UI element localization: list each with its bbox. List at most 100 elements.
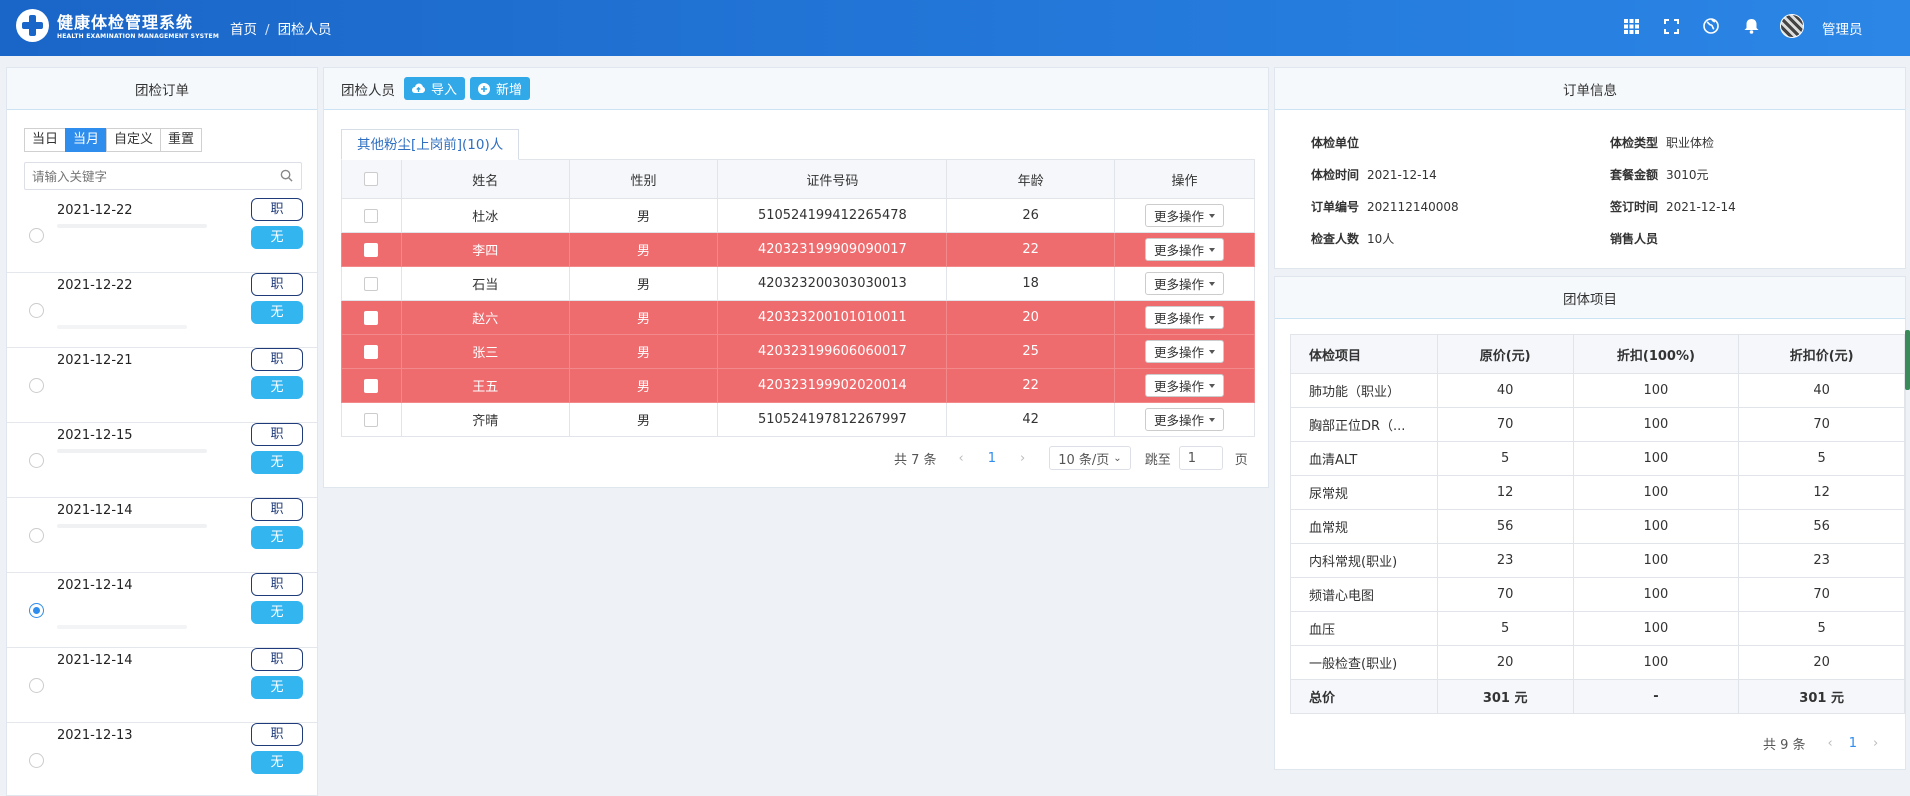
grid-icon[interactable]	[1621, 16, 1641, 36]
caret-down-icon	[1209, 417, 1216, 422]
tab-reset[interactable]: 重置	[160, 128, 203, 152]
cell-price: 5	[1436, 611, 1574, 646]
more-actions-label: 更多操作	[1154, 209, 1205, 224]
order-date: 2021-12-13	[57, 728, 133, 743]
add-button[interactable]: 新增	[470, 77, 531, 100]
order-item[interactable]: 2021-12-14 职无	[7, 498, 317, 573]
cell-gender: 男	[568, 232, 719, 267]
order-item[interactable]: 2021-12-13 职无	[7, 723, 317, 795]
cell-actions: 更多操作	[1114, 232, 1255, 267]
tag-occupational: 职	[251, 498, 303, 521]
order-item[interactable]: 2021-12-22 职无	[7, 198, 317, 273]
page-number[interactable]: 1	[1849, 736, 1857, 751]
table-row[interactable]: 王五男 420323199902020014 22 更多操作	[341, 368, 1255, 403]
cell-final-price: 20	[1738, 645, 1905, 680]
table-row[interactable]: 李四男 420323199909090017 22 更多操作	[341, 232, 1255, 267]
bell-icon[interactable]	[1741, 16, 1761, 36]
cell-id-number: 420323200303030013	[717, 266, 948, 301]
table-row[interactable]: 齐晴男 510524197812267997 42 更多操作	[341, 402, 1255, 437]
search-input[interactable]	[25, 163, 265, 189]
table-row: 尿常规 12 100 12	[1290, 475, 1905, 510]
order-item[interactable]: 2021-12-15 职无	[7, 423, 317, 498]
cell-item: 肺功能（职业）	[1290, 373, 1438, 408]
info-order-no: 订单编号 202112140008	[1311, 198, 1459, 215]
app-subtitle: HEALTH EXAMINATION MANAGEMENT SYSTEM	[57, 33, 220, 40]
more-actions-button[interactable]: 更多操作	[1145, 238, 1225, 261]
tab-group-dust[interactable]: 其他粉尘[上岗前](10)人	[341, 129, 520, 160]
order-radio[interactable]	[29, 753, 44, 768]
order-item[interactable]: 2021-12-21 职无	[7, 348, 317, 423]
row-checkbox[interactable]	[364, 378, 379, 393]
cell-item: 内科常规(职业)	[1290, 543, 1438, 578]
admin-user[interactable]: 管理员	[1822, 18, 1863, 38]
table-row[interactable]: 石当男 420323200303030013 18 更多操作	[341, 266, 1255, 301]
members-panel-title: 团检人员	[341, 82, 395, 99]
breadcrumb-home[interactable]: 首页	[230, 22, 257, 38]
scrollbar-thumb[interactable]	[1905, 330, 1910, 390]
order-radio[interactable]	[29, 378, 44, 393]
app-title: 健康体检管理系统	[57, 13, 194, 32]
cell-price: 23	[1436, 543, 1574, 578]
add-button-label: 新增	[496, 83, 523, 98]
info-label: 订单编号	[1311, 200, 1360, 214]
column-header[interactable]: 年龄	[946, 159, 1116, 199]
goto-page-input[interactable]: 1	[1178, 446, 1223, 470]
tag-occupational: 职	[251, 423, 303, 446]
more-actions-button[interactable]: 更多操作	[1145, 374, 1225, 397]
members-panel-header: 团检人员 导入 新增	[324, 68, 1268, 110]
row-checkbox[interactable]	[364, 310, 379, 325]
cell-final-price: 23	[1738, 543, 1905, 578]
column-header[interactable]: 性别	[568, 159, 719, 199]
tag-none: 无	[251, 526, 303, 549]
fullscreen-icon[interactable]	[1661, 16, 1681, 36]
order-radio[interactable]	[29, 228, 44, 243]
tab-this-month[interactable]: 当月	[65, 128, 108, 152]
more-actions-button[interactable]: 更多操作	[1145, 272, 1225, 295]
group-items-table: 体检项目 原价(元) 折扣(100%) 折扣价(元) 肺功能（职业） 40 100 4…	[1290, 334, 1905, 714]
order-item[interactable]: 2021-12-14 职无	[7, 648, 317, 723]
cell-price: 20	[1436, 645, 1574, 680]
order-radio[interactable]	[29, 528, 44, 543]
cell-discount: 100	[1572, 475, 1740, 510]
table-row[interactable]: 赵六男 420323200101010011 20 更多操作	[341, 300, 1255, 335]
more-actions-button[interactable]: 更多操作	[1145, 306, 1225, 329]
row-checkbox[interactable]	[364, 242, 379, 257]
cell-id-number: 420323200101010011	[717, 300, 948, 335]
members-table: 姓名 性别 证件号码 年龄 操作 杜冰男 510524199412265478 26…	[341, 159, 1255, 437]
tab-custom[interactable]: 自定义	[106, 128, 162, 152]
row-checkbox[interactable]	[364, 412, 379, 427]
select-all-checkbox[interactable]	[364, 172, 379, 186]
row-checkbox[interactable]	[364, 208, 379, 223]
page-number[interactable]: 1	[988, 451, 996, 466]
order-radio-selected[interactable]	[29, 603, 44, 618]
cell-gender: 男	[568, 266, 719, 301]
breadcrumb-current: 团检人员	[277, 22, 332, 38]
table-row[interactable]: 张三男 420323199606060017 25 更多操作	[341, 334, 1255, 369]
next-page-button[interactable]: ›	[1020, 451, 1025, 466]
order-item[interactable]: 2021-12-14 职无	[7, 573, 317, 648]
next-page-button[interactable]: ›	[1873, 736, 1878, 751]
more-actions-button[interactable]: 更多操作	[1145, 408, 1225, 431]
globe-icon[interactable]	[1701, 16, 1721, 36]
prev-page-button[interactable]: ‹	[959, 451, 964, 466]
more-actions-button[interactable]: 更多操作	[1145, 204, 1225, 227]
order-item[interactable]: 2021-12-22 职无	[7, 273, 317, 348]
table-row[interactable]: 杜冰男 510524199412265478 26 更多操作	[341, 198, 1255, 233]
page-size-select[interactable]: 10 条/页 ⌄	[1049, 446, 1131, 470]
column-header: 体检项目	[1290, 334, 1438, 374]
column-header[interactable]: 证件号码	[717, 159, 948, 199]
row-checkbox[interactable]	[364, 344, 379, 359]
import-button[interactable]: 导入	[404, 77, 466, 100]
order-radio[interactable]	[29, 303, 44, 318]
row-checkbox[interactable]	[364, 276, 379, 291]
order-radio[interactable]	[29, 453, 44, 468]
avatar[interactable]	[1780, 14, 1804, 38]
cell-final-price: 12	[1738, 475, 1905, 510]
search-icon[interactable]	[280, 169, 293, 182]
info-label: 检查人数	[1311, 232, 1360, 246]
column-header[interactable]: 姓名	[400, 159, 570, 199]
prev-page-button[interactable]: ‹	[1828, 736, 1833, 751]
tab-today[interactable]: 当日	[24, 128, 67, 152]
more-actions-button[interactable]: 更多操作	[1145, 340, 1225, 363]
order-radio[interactable]	[29, 678, 44, 693]
